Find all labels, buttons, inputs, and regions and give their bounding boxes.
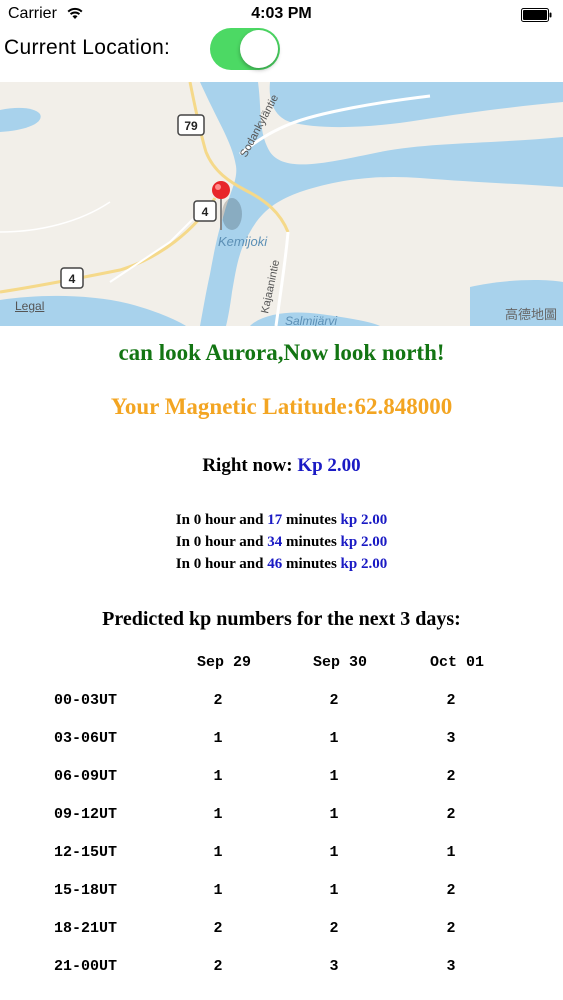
- table-row: 03-06UT 1 1 3: [0, 730, 563, 768]
- right-now-value: Kp 2.00: [297, 455, 361, 476]
- forecast-prefix: In 0 hour and: [175, 512, 264, 528]
- forecast-minutes: 34: [267, 534, 283, 550]
- road-shield-79: 79: [177, 114, 205, 136]
- kp-value-cell: 1: [213, 768, 223, 785]
- current-location-label: Current Location:: [4, 36, 171, 59]
- kp-value-cell: 1: [329, 730, 339, 747]
- road-shield-4-center: 4: [193, 200, 217, 222]
- map-view[interactable]: 79 4 4 Sodankyläntie Kemijoki Kajaaninti…: [0, 82, 563, 326]
- forecast-suffix: minutes: [285, 556, 337, 572]
- kp-value-cell: 1: [213, 806, 223, 823]
- kp-value-cell: 2: [213, 920, 223, 937]
- kp-value-cell: 2: [446, 806, 456, 823]
- forecast-kp: kp 2.00: [340, 512, 388, 528]
- kp-value-cell: 2: [446, 768, 456, 785]
- table-header-day: Sep 30: [313, 654, 368, 671]
- time-range-cell: 00-03UT: [54, 692, 118, 709]
- table-row: 06-09UT 1 1 2: [0, 768, 563, 806]
- svg-text:4: 4: [202, 205, 209, 219]
- kp-value-cell: 1: [329, 882, 339, 899]
- forecast-prefix: In 0 hour and: [175, 556, 264, 572]
- kp-value-cell: 2: [446, 692, 456, 709]
- forecast-minutes: 46: [267, 556, 283, 572]
- svg-text:79: 79: [184, 119, 198, 133]
- table-header-day: Oct 01: [430, 654, 485, 671]
- magnetic-latitude: Your Magnetic Latitude:62.848000: [0, 394, 563, 420]
- table-header-day: Sep 29: [197, 654, 252, 671]
- magnetic-latitude-label: Your Magnetic Latitude:: [110, 394, 355, 419]
- forecast-row: In 0 hour and 34 minutes kp 2.00: [0, 534, 563, 551]
- kp-value-cell: 1: [329, 806, 339, 823]
- table-row: 15-18UT 1 1 2: [0, 882, 563, 920]
- kp-value-cell: 1: [329, 844, 339, 861]
- road-shield-4-west: 4: [60, 267, 84, 289]
- time-range-cell: 06-09UT: [54, 768, 118, 785]
- left-top-water: [0, 107, 41, 132]
- toggle-knob: [240, 30, 278, 68]
- time-range-cell: 09-12UT: [54, 806, 118, 823]
- road-4-west: [0, 197, 217, 294]
- time-range-cell: 18-21UT: [54, 920, 118, 937]
- kp-value-cell: 2: [213, 692, 223, 709]
- table-row: 18-21UT 2 2 2: [0, 920, 563, 958]
- time-range-cell: 12-15UT: [54, 844, 118, 861]
- map-canvas: 79 4 4 Sodankyläntie Kemijoki Kajaaninti…: [0, 82, 563, 326]
- forecast-suffix: minutes: [285, 512, 337, 528]
- forecast-kp: kp 2.00: [340, 556, 388, 572]
- status-bar: Carrier 4:03 PM: [0, 0, 563, 28]
- right-now-label: Right now:: [202, 455, 293, 476]
- forecast-kp: kp 2.00: [340, 534, 388, 550]
- road-local-2: [0, 201, 111, 233]
- kp-value-cell: 2: [329, 920, 339, 937]
- label-kemijoki: Kemijoki: [218, 234, 268, 249]
- current-location-toggle[interactable]: [210, 28, 280, 70]
- kp-value-cell: 1: [213, 844, 223, 861]
- table-row: 12-15UT 1 1 1: [0, 844, 563, 882]
- svg-text:4: 4: [69, 272, 76, 286]
- upper-water: [269, 82, 563, 128]
- battery-icon: [521, 8, 552, 22]
- kp-value-cell: 2: [213, 958, 223, 975]
- time-range-cell: 03-06UT: [54, 730, 118, 747]
- map-legal-link[interactable]: Legal: [15, 299, 44, 313]
- table-row: 21-00UT 2 3 3: [0, 958, 563, 996]
- magnetic-latitude-value: 62.848000: [354, 394, 453, 419]
- aurora-status-message: can look Aurora,Now look north!: [118, 340, 445, 365]
- forecast-prefix: In 0 hour and: [175, 534, 264, 550]
- kp-value-cell: 2: [446, 920, 456, 937]
- kp-value-cell: 2: [329, 692, 339, 709]
- kp-value-cell: 1: [213, 882, 223, 899]
- kp-value-cell: 1: [446, 844, 456, 861]
- forecast-row: In 0 hour and 17 minutes kp 2.00: [0, 512, 563, 529]
- right-now-kp: Right now: Kp 2.00: [0, 455, 563, 477]
- table-row: 09-12UT 1 1 2: [0, 806, 563, 844]
- kp-value-cell: 3: [446, 730, 456, 747]
- label-salmijarvi: Salmijärvi: [285, 314, 337, 326]
- forecast-minutes: 17: [267, 512, 283, 528]
- kp-value-cell: 3: [329, 958, 339, 975]
- kp-value-cell: 2: [446, 882, 456, 899]
- table-row: 00-03UT 2 2 2: [0, 692, 563, 730]
- kp-value-cell: 3: [446, 958, 456, 975]
- time-range-cell: 21-00UT: [54, 958, 118, 975]
- location-row: Current Location:: [0, 28, 563, 82]
- predicted-title: Predicted kp numbers for the next 3 days…: [102, 608, 461, 630]
- map-attribution: 高德地圖: [504, 308, 557, 323]
- forecast-suffix: minutes: [285, 534, 337, 550]
- forecast-row: In 0 hour and 46 minutes kp 2.00: [0, 556, 563, 573]
- kp-value-cell: 1: [329, 768, 339, 785]
- kp-value-cell: 1: [213, 730, 223, 747]
- time-range-cell: 15-18UT: [54, 882, 118, 899]
- status-time: 4:03 PM: [251, 5, 312, 22]
